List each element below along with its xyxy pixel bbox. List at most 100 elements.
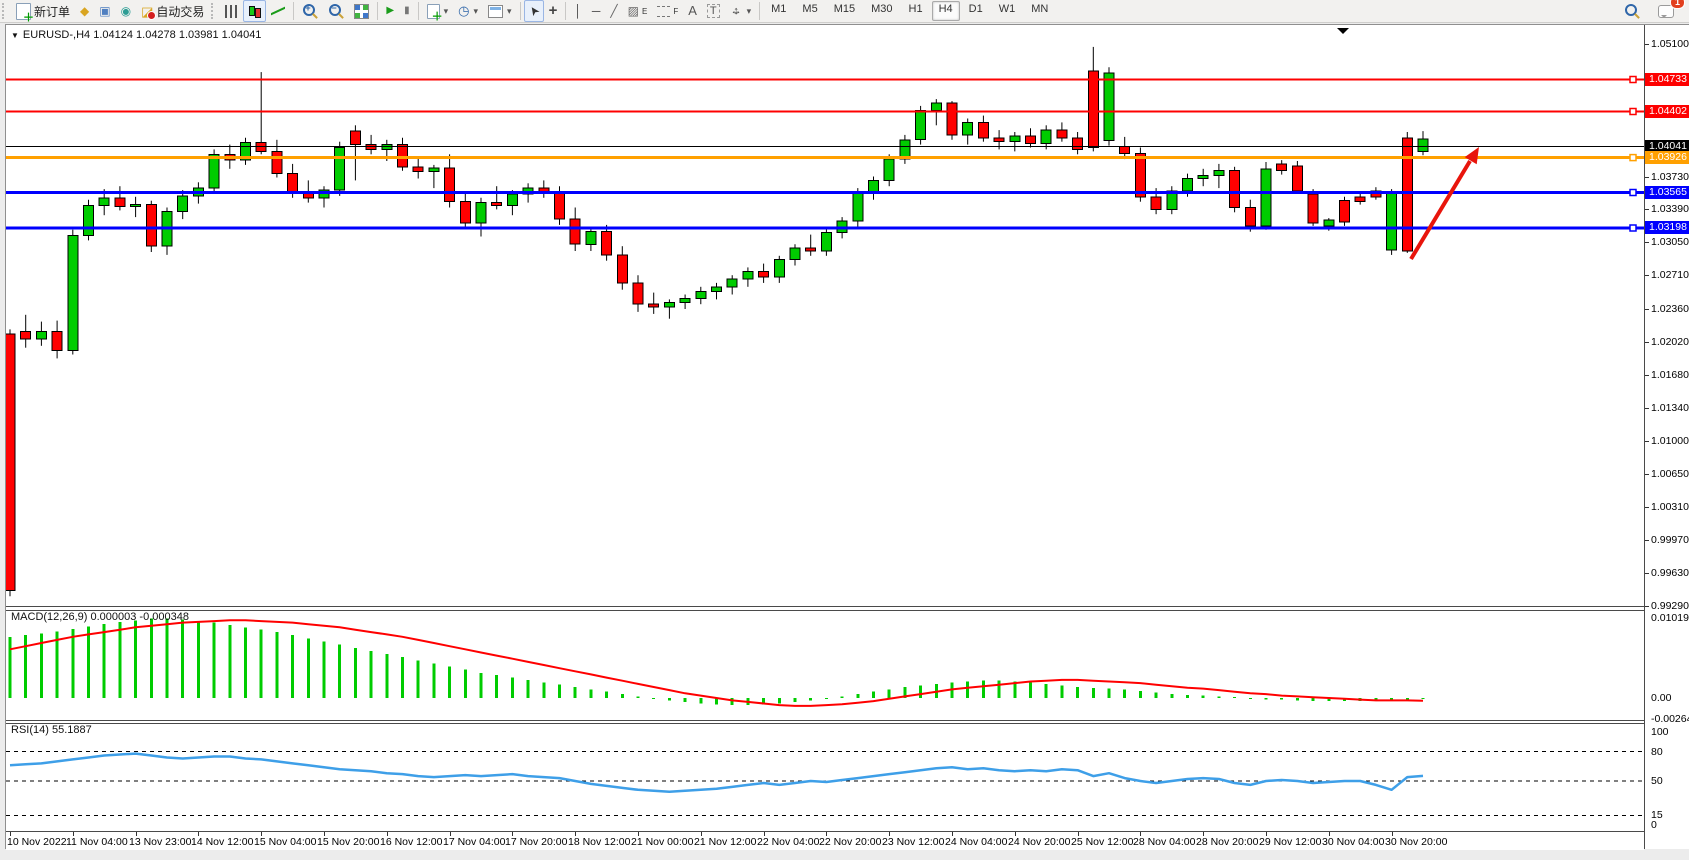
timeframe-button-M30[interactable]: M30 [864,1,899,21]
cursor-icon: ➤ [526,3,542,18]
text-icon: A [688,5,697,17]
zoom-in-button[interactable]: + [297,0,323,22]
price-axis-label: 1.00310 [1651,501,1689,513]
periods-button[interactable]: ◷ ▾ [453,0,483,22]
rsi-axis-label: 0 [1651,819,1657,831]
bar-chart-icon [225,5,238,18]
time-axis-label: 18 Nov 12:00 [568,836,630,848]
rsi-axis-label: 100 [1651,726,1669,738]
macd-panel[interactable] [6,609,1644,720]
chart-window: ▼EURUSD-,H4 1.04124 1.04278 1.03981 1.04… [5,24,1689,849]
macd-axis-label: 0.010191 [1651,612,1689,624]
time-axis-label: 29 Nov 12:00 [1259,836,1321,848]
notifications-button[interactable]: 1 [1653,0,1679,22]
crosshair-tool-button[interactable]: + [544,0,563,22]
price-line-tag: 1.04402 [1645,105,1689,118]
time-axis-label: 28 Nov 04:00 [1133,836,1195,848]
time-axis[interactable]: 10 Nov 202211 Nov 04:0013 Nov 23:0014 No… [6,831,1644,850]
timeframe-button-M15[interactable]: M15 [827,1,862,21]
time-axis-label: 28 Nov 20:00 [1196,836,1258,848]
rsi-panel[interactable] [6,722,1644,831]
toolbar-drag-handle[interactable] [2,3,9,19]
macd-label: MACD(12,26,9) 0.000003 -0.000348 [11,611,189,623]
time-axis-label: 11 Nov 04:00 [66,836,128,848]
time-axis-label: 17 Nov 20:00 [505,836,567,848]
timeframe-button-M1[interactable]: M1 [764,1,793,21]
templates-button[interactable]: ▾ [483,0,517,22]
rsi-label: RSI(14) 55.1887 [11,724,92,736]
horizontal-line-tool-button[interactable]: ─ [587,0,606,22]
time-axis-label: 22 Nov 04:00 [757,836,819,848]
signals-button[interactable]: ◉ [116,0,136,22]
time-axis-label: 10 Nov 2022 [7,836,67,848]
price-axis-label: 0.99290 [1651,600,1689,612]
arrows-tool-button[interactable]: ↔↕ ▾ [725,0,757,22]
timeframe-button-W1[interactable]: W1 [992,1,1023,21]
main-toolbar: ＋ 新订单 ◆ ▣ ◉ ◪ 自动交易 + − ▶ ▮ ＋ ▾ ◷ ▾ [0,0,1689,23]
price-axis-label: 1.01000 [1651,435,1689,447]
bar-chart-button[interactable] [220,0,243,22]
auto-trading-label: 自动交易 [156,3,204,20]
fibonacci-tool-button[interactable]: F [652,0,683,22]
templates-icon [488,5,503,18]
time-axis-label: 16 Nov 12:00 [380,836,442,848]
chart-shift-button[interactable]: ▮ [399,0,415,22]
price-axis-label: 1.02710 [1651,269,1689,281]
indicators-button[interactable]: ＋ ▾ [422,0,454,22]
price-axis[interactable]: 1.051001.037301.033901.030501.027101.023… [1644,25,1689,849]
timeframe-group: M1M5M15M30H1H4D1W1MN [763,0,1056,22]
time-axis-label: 13 Nov 23:00 [129,836,191,848]
time-axis-label: 14 Nov 12:00 [191,836,253,848]
trendline-icon: ╱ [610,5,617,17]
dropdown-icon: ▾ [473,6,478,17]
price-line-tag: 1.03926 [1645,151,1689,164]
auto-scroll-button[interactable]: ▶ [381,0,399,22]
dropdown-icon: ▾ [747,6,752,17]
candlestick-chart-button[interactable] [243,0,266,22]
timeframe-button-M5[interactable]: M5 [795,1,824,21]
price-axis-label: 1.02360 [1651,303,1689,315]
text-label-tool-button[interactable]: T [702,0,725,22]
horizontal-line-icon: ─ [592,5,601,17]
trendline-tool-button[interactable]: ╱ [605,0,622,22]
text-label-icon: T [707,4,720,18]
rsi-axis-label: 50 [1651,775,1663,787]
clock-icon: ◷ [458,5,469,17]
timeframe-button-MN[interactable]: MN [1024,1,1055,21]
vertical-line-tool-button[interactable]: │ [569,0,587,22]
main-price-chart[interactable] [6,25,1644,606]
crosshair-icon: + [549,5,558,17]
channel-tool-button[interactable]: ▨E [623,0,653,22]
text-tool-button[interactable]: A [683,0,702,22]
auto-trading-button[interactable]: ◪ 自动交易 [136,0,209,22]
zoom-in-icon: + [303,4,315,16]
profile-icon: ◆ [80,5,89,17]
search-icon [1625,4,1637,16]
timeframe-button-H1[interactable]: H1 [902,1,930,21]
time-axis-label: 21 Nov 12:00 [694,836,756,848]
timeframe-button-H4[interactable]: H4 [932,1,960,21]
search-button[interactable] [1619,0,1645,22]
profiles-button[interactable]: ◆ [75,0,94,22]
price-line-tag: 1.04733 [1645,73,1689,86]
new-order-button[interactable]: ＋ 新订单 [11,0,75,22]
price-axis-label: 1.01680 [1651,369,1689,381]
price-line-tag: 1.03565 [1645,186,1689,199]
chart-header: ▼EURUSD-,H4 1.04124 1.04278 1.03981 1.04… [11,29,261,41]
toolbar-drag-handle[interactable] [211,3,218,19]
time-axis-label: 23 Nov 12:00 [882,836,944,848]
line-chart-button[interactable] [266,0,290,22]
timeframe-button-D1[interactable]: D1 [962,1,990,21]
auto-trading-icon: ◪ [141,5,153,18]
cursor-tool-button[interactable]: ➤ [524,0,544,22]
terminal-button[interactable]: ▣ [94,0,115,22]
symbol-dropdown-icon[interactable]: ▼ [11,31,19,40]
time-axis-label: 17 Nov 04:00 [443,836,505,848]
price-line-tag: 1.03198 [1645,221,1689,234]
dropdown-icon: ▾ [444,6,449,17]
time-axis-label: 30 Nov 04:00 [1322,836,1384,848]
fibonacci-icon [657,6,670,17]
tile-windows-button[interactable] [349,0,374,22]
zoom-out-button[interactable]: − [323,0,349,22]
auto-scroll-icon: ▶ [386,5,394,17]
